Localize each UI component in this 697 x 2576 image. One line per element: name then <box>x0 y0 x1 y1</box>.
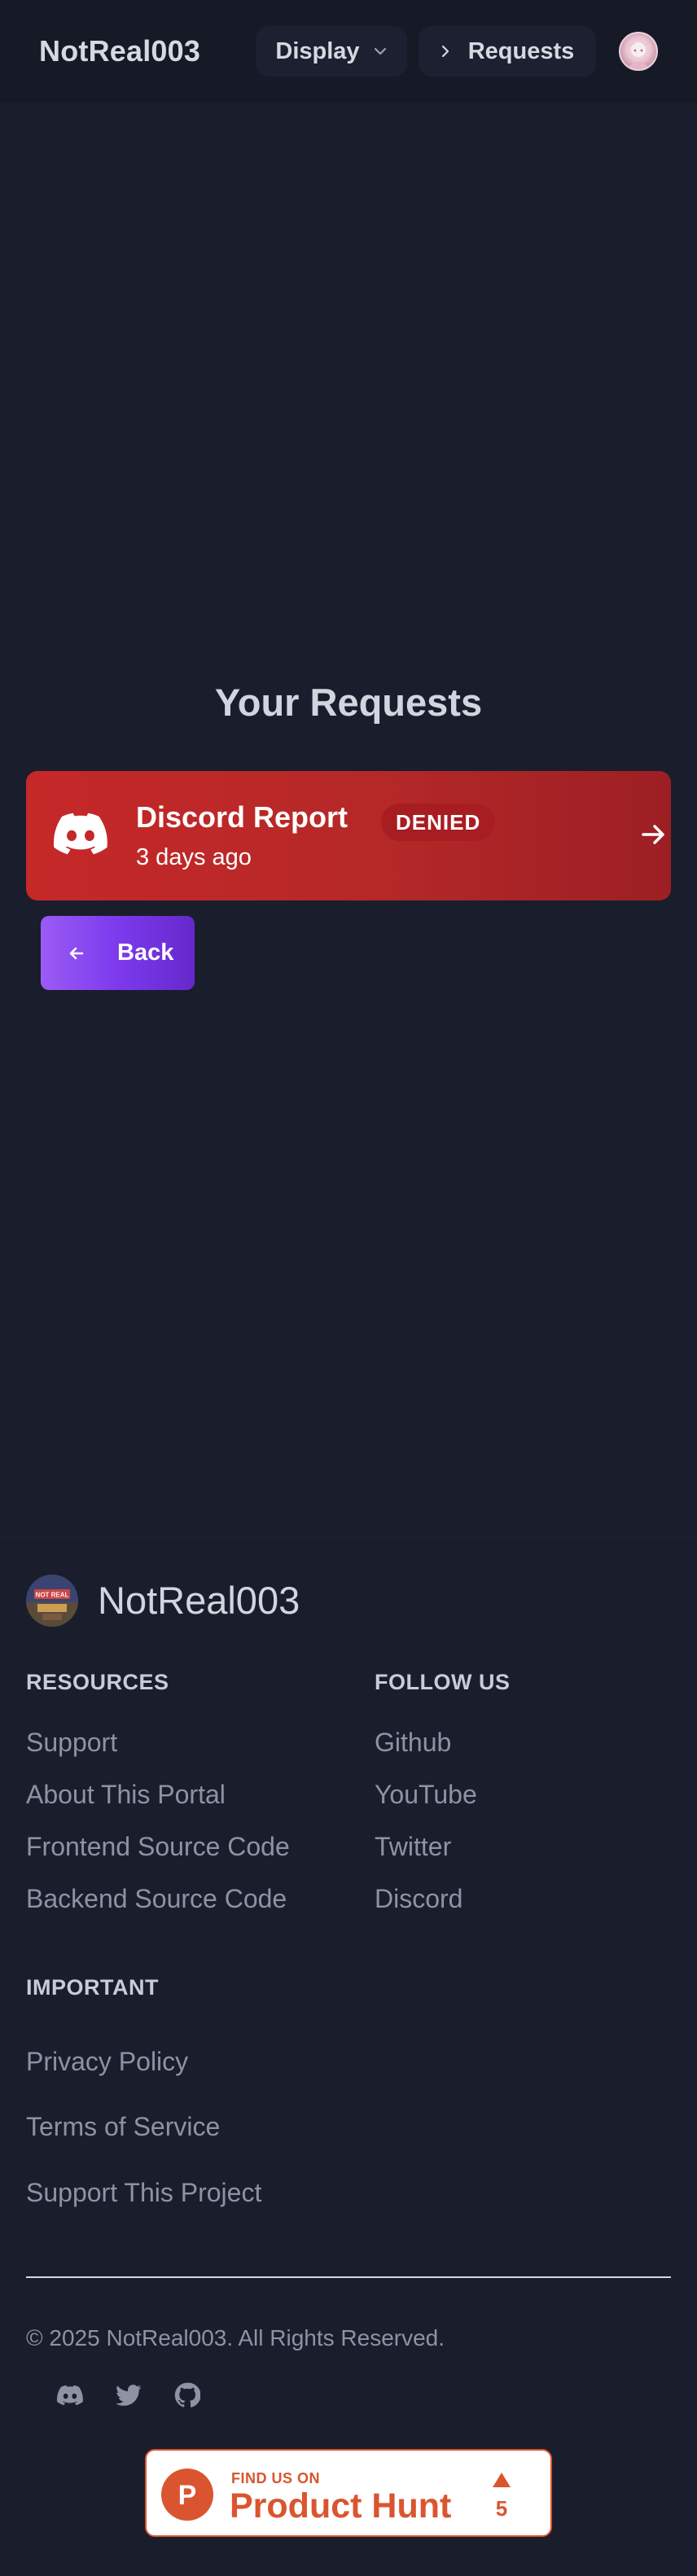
footer-link-twitter[interactable]: Twitter <box>375 1832 451 1862</box>
footer-link-discord[interactable]: Discord <box>375 1884 462 1914</box>
back-label: Back <box>117 940 174 966</box>
arrow-left-icon <box>69 947 84 959</box>
upvote-triangle-icon <box>493 2473 511 2487</box>
product-hunt-letter: P <box>178 2480 197 2511</box>
brand-link[interactable]: NotReal003 <box>39 34 200 68</box>
footer-link-youtube[interactable]: YouTube <box>375 1780 477 1810</box>
requests-nav-button[interactable]: Requests <box>419 26 596 77</box>
arrow-right-icon <box>642 825 664 844</box>
footer-link-privacy[interactable]: Privacy Policy <box>26 2047 188 2077</box>
display-dropdown-button[interactable]: Display <box>256 26 407 77</box>
discord-icon <box>54 813 107 855</box>
chevron-down-icon <box>374 47 386 55</box>
footer-link-github[interactable]: Github <box>375 1728 451 1758</box>
footer-link-backend-source[interactable]: Backend Source Code <box>26 1884 287 1914</box>
product-hunt-badge[interactable]: P FIND US ON Product Hunt 5 <box>145 2449 552 2537</box>
follow-heading: FOLLOW US <box>375 1670 511 1694</box>
footer-link-frontend-source[interactable]: Frontend Source Code <box>26 1832 290 1862</box>
avatar-image <box>627 42 650 69</box>
important-heading: IMPORTANT <box>26 1975 159 2000</box>
footer-logo: NOT REAL <box>26 1575 78 1627</box>
footer-divider <box>26 2276 671 2278</box>
twitter-icon[interactable] <box>116 2382 142 2408</box>
chevron-right-icon <box>441 45 449 58</box>
product-hunt-logo-icon: P <box>161 2469 213 2521</box>
back-button[interactable]: Back <box>41 916 195 990</box>
upvote-count: 5 <box>495 2496 508 2521</box>
request-time: 3 days ago <box>136 844 252 870</box>
footer-brand: NotReal003 <box>98 1579 300 1622</box>
github-icon[interactable] <box>174 2382 200 2408</box>
logo-text: NOT REAL <box>36 1592 69 1599</box>
status-badge: DENIED <box>381 804 496 841</box>
resources-heading: RESOURCES <box>26 1670 169 1694</box>
request-card[interactable]: Discord Report DENIED 3 days ago <box>26 771 671 900</box>
footer-link-terms[interactable]: Terms of Service <box>26 2112 220 2142</box>
page-title: Your Requests <box>214 681 483 724</box>
requests-label: Requests <box>467 37 575 64</box>
user-avatar[interactable] <box>619 32 658 71</box>
footer-link-support[interactable]: Support <box>26 1728 117 1758</box>
request-title: Discord Report <box>136 800 348 834</box>
product-hunt-title: Product Hunt <box>230 2486 452 2526</box>
copyright-text: © 2025 NotReal003. All Rights Reserved. <box>26 2325 445 2350</box>
footer-link-about[interactable]: About This Portal <box>26 1780 226 1810</box>
footer-link-support-project[interactable]: Support This Project <box>26 2178 261 2208</box>
product-hunt-small-text: FIND US ON <box>231 2470 321 2486</box>
discord-icon[interactable] <box>57 2382 83 2408</box>
display-label: Display <box>275 37 360 64</box>
